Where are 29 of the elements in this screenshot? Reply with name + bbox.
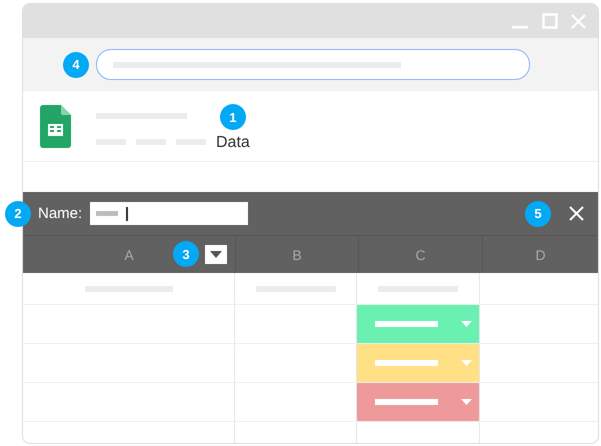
status-dropdown-cell[interactable] bbox=[357, 344, 480, 382]
filter-dropdown-button[interactable] bbox=[205, 244, 227, 264]
callout-badge: 1 bbox=[220, 104, 246, 130]
placeholder-bar bbox=[96, 211, 118, 216]
status-dropdown-cell[interactable] bbox=[357, 305, 480, 343]
callout-badge: 5 bbox=[525, 200, 551, 226]
text-cursor bbox=[126, 206, 128, 220]
callout-badge: 4 bbox=[63, 52, 89, 78]
column-header[interactable]: C bbox=[359, 236, 483, 273]
caret-icon bbox=[210, 250, 222, 258]
caret-icon bbox=[461, 360, 472, 366]
column-header[interactable]: D bbox=[483, 236, 598, 273]
column-header[interactable]: A 3 bbox=[23, 236, 236, 273]
file-type-label: Data bbox=[216, 134, 250, 152]
close-icon[interactable] bbox=[569, 206, 584, 221]
placeholder-bar bbox=[375, 321, 438, 327]
name-label: Name: bbox=[38, 205, 82, 222]
status-dropdown-cell[interactable] bbox=[357, 383, 480, 421]
callout-badge: 2 bbox=[5, 200, 31, 226]
spreadsheet-icon bbox=[40, 104, 71, 148]
caret-icon bbox=[461, 399, 472, 405]
placeholder-bar bbox=[375, 360, 438, 366]
maximize-icon[interactable] bbox=[542, 13, 558, 29]
column-header[interactable]: B bbox=[236, 236, 359, 273]
search-field[interactable] bbox=[96, 49, 530, 80]
callout-badge: 3 bbox=[173, 241, 199, 267]
name-input-field[interactable] bbox=[90, 202, 248, 225]
caret-icon bbox=[461, 321, 472, 327]
placeholder-bar bbox=[375, 399, 438, 405]
